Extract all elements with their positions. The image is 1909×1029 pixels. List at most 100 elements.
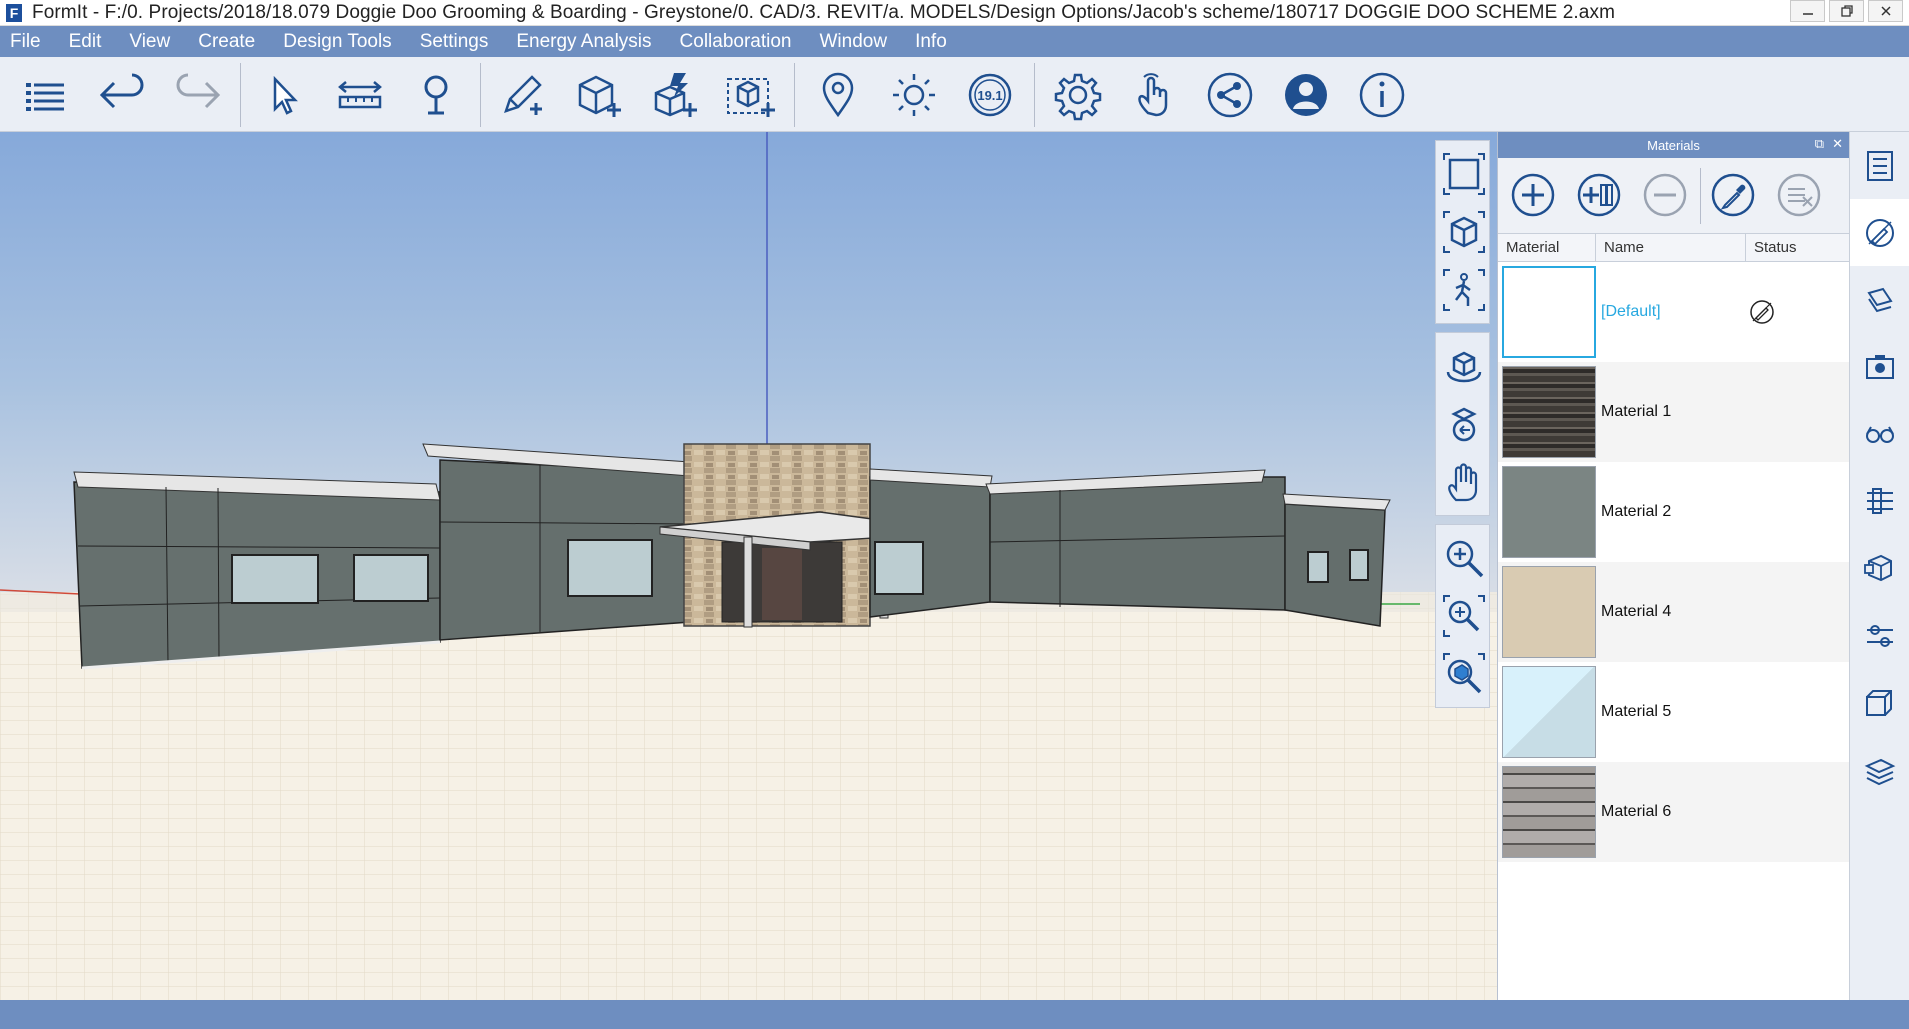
material-name: Material 1	[1601, 403, 1672, 420]
material-swatch[interactable]	[1502, 266, 1596, 358]
info-button[interactable]	[1354, 67, 1410, 123]
menu-collaboration[interactable]: Collaboration	[680, 31, 792, 53]
purge-icon	[1777, 173, 1821, 217]
purge-materials-button[interactable]	[1774, 170, 1824, 220]
grid-tab[interactable]	[1850, 735, 1909, 802]
groups-tab[interactable]	[1850, 534, 1909, 601]
zoom-fit-icon	[1442, 653, 1485, 694]
menu-energy-analysis[interactable]: Energy Analysis	[516, 31, 651, 53]
eyedropper-icon	[1711, 173, 1755, 217]
user-account-button[interactable]	[1278, 67, 1334, 123]
menu-bar: File Edit View Create Design Tools Setti…	[0, 26, 1909, 57]
info-icon	[1359, 72, 1405, 118]
right-sidebar	[1849, 132, 1909, 1000]
visual-styles-icon	[1866, 426, 1894, 443]
share-button[interactable]	[1202, 67, 1258, 123]
add-group-button[interactable]	[722, 67, 778, 123]
close-panel-icon[interactable]: ✕	[1832, 136, 1843, 152]
menu-window[interactable]: Window	[820, 31, 888, 53]
menu-settings[interactable]: Settings	[420, 31, 489, 53]
menu-edit[interactable]: Edit	[69, 31, 102, 53]
undo-button[interactable]	[94, 67, 150, 123]
zoom-group	[1435, 524, 1490, 708]
material-row[interactable]: [Default]	[1498, 262, 1849, 362]
material-name: [Default]	[1601, 303, 1661, 320]
column-material[interactable]: Material	[1498, 234, 1596, 261]
tape-measure-button[interactable]	[332, 67, 388, 123]
undock-icon[interactable]: ⧉	[1815, 136, 1824, 152]
menu-view[interactable]: View	[129, 31, 170, 53]
material-row[interactable]: Material 4	[1498, 562, 1849, 662]
material-row[interactable]: Material 2	[1498, 462, 1849, 562]
scene-canvas	[0, 132, 1497, 1000]
touch-hand-icon	[1138, 73, 1168, 117]
restore-button[interactable]	[1829, 0, 1864, 22]
frame-icon	[1442, 153, 1485, 195]
dynamo-tab[interactable]	[1850, 601, 1909, 668]
pan-hand-icon	[1447, 463, 1477, 502]
menu-file[interactable]: File	[10, 31, 41, 53]
redo-button[interactable]	[170, 67, 226, 123]
location-button[interactable]	[810, 67, 866, 123]
sun-shadows-button[interactable]	[886, 67, 942, 123]
column-name[interactable]: Name	[1596, 234, 1746, 261]
sketch-pencil-icon	[504, 75, 542, 115]
menu-design-tools[interactable]: Design Tools	[283, 31, 391, 53]
properties-tab[interactable]	[1850, 132, 1909, 199]
layers-tab[interactable]	[1850, 266, 1909, 333]
sketch-button[interactable]	[494, 67, 550, 123]
version-button[interactable]: 19.1	[962, 67, 1018, 123]
zoom-fit-button[interactable]	[1436, 645, 1491, 703]
dynamo-icon	[1867, 624, 1893, 647]
materials-tab[interactable]	[1850, 199, 1909, 266]
levels-icon	[1867, 487, 1893, 514]
pan-button[interactable]	[1436, 453, 1491, 511]
in-use-brush-icon	[1750, 300, 1774, 324]
eyedropper-button[interactable]	[1708, 170, 1758, 220]
layers-icon	[1867, 287, 1893, 312]
formit-app: F FormIt - F:/0. Projects/2018/18.079 Do…	[0, 0, 1909, 1029]
toolbar-separator	[794, 63, 795, 127]
material-row[interactable]: Material 6	[1498, 762, 1849, 862]
look-around-icon	[1450, 407, 1477, 442]
select-button[interactable]	[255, 67, 311, 123]
levels-tab[interactable]	[1850, 467, 1909, 534]
materials-toolbar	[1498, 158, 1849, 234]
menu-info[interactable]: Info	[915, 31, 947, 53]
material-swatch[interactable]	[1502, 766, 1596, 858]
level-pin-button[interactable]	[408, 67, 464, 123]
material-swatch[interactable]	[1502, 666, 1596, 758]
material-swatch[interactable]	[1502, 566, 1596, 658]
frame-button[interactable]	[1436, 145, 1491, 203]
remove-material-button[interactable]	[1640, 170, 1690, 220]
minimize-button[interactable]	[1790, 0, 1825, 22]
cube-view-button[interactable]	[1436, 203, 1491, 261]
add-cube-button[interactable]	[570, 67, 626, 123]
material-row[interactable]: Material 5	[1498, 662, 1849, 762]
material-swatch[interactable]	[1502, 366, 1596, 458]
menu-create[interactable]: Create	[198, 31, 255, 53]
window-controls	[1790, 0, 1903, 22]
scenes-tab[interactable]	[1850, 333, 1909, 400]
zoom-region-button[interactable]	[1436, 587, 1491, 645]
column-status[interactable]: Status	[1746, 234, 1848, 261]
close-icon	[1880, 6, 1891, 16]
add-from-library-button[interactable]	[1574, 170, 1624, 220]
material-row[interactable]: Material 1	[1498, 362, 1849, 462]
settings-button[interactable]	[1050, 67, 1106, 123]
touch-mode-button[interactable]	[1126, 67, 1182, 123]
close-button[interactable]	[1868, 0, 1903, 22]
layers-stack-tab[interactable]	[1850, 668, 1909, 735]
3d-viewport[interactable]	[0, 132, 1497, 1000]
add-material-button[interactable]	[1508, 170, 1558, 220]
walk-button[interactable]	[1436, 261, 1491, 319]
look-around-button[interactable]	[1436, 395, 1491, 453]
visual-styles-tab[interactable]	[1850, 400, 1909, 467]
main-menu-button[interactable]	[18, 67, 74, 123]
zoom-in-button[interactable]	[1436, 529, 1491, 587]
undo-icon	[99, 73, 144, 109]
add-solid-button[interactable]	[646, 67, 702, 123]
orbit-button[interactable]	[1436, 337, 1491, 395]
share-icon	[1207, 72, 1253, 118]
material-swatch[interactable]	[1502, 466, 1596, 558]
